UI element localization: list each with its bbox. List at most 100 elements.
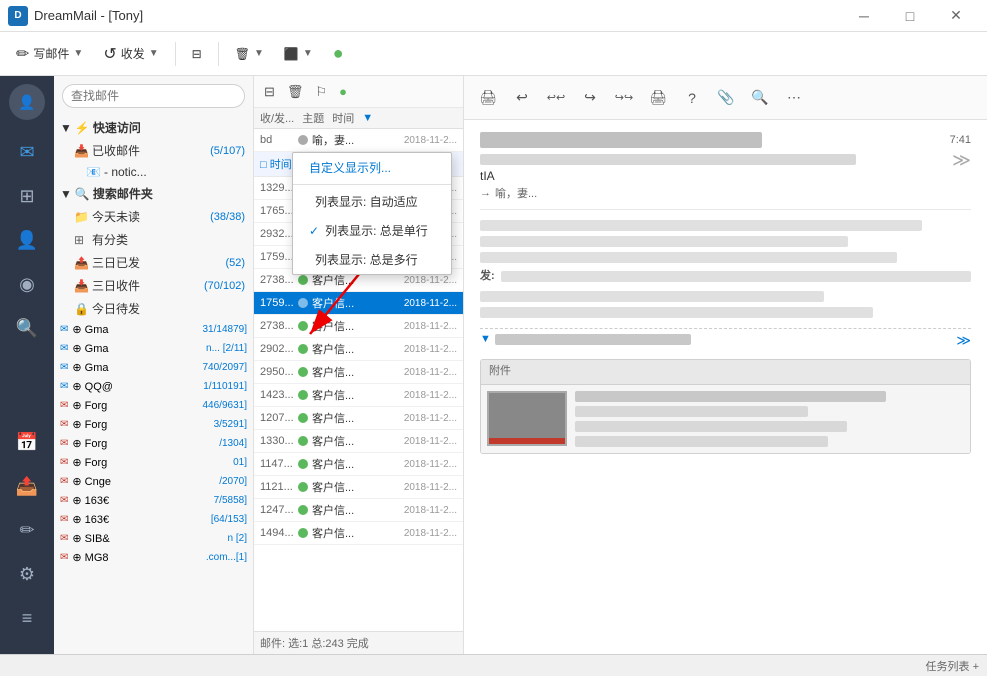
folder-sent-sub[interactable]: 📧 - notic... xyxy=(54,162,253,182)
list-status-button[interactable]: ● xyxy=(335,82,351,101)
menu-item-multi[interactable]: 列表显示: 总是多行 xyxy=(293,245,451,274)
preview-to-value: 喻，妻... xyxy=(495,185,537,201)
account-sib[interactable]: ✉ ⊕ SIB& n [2] xyxy=(54,529,253,548)
preview-meta-blurred1 xyxy=(480,154,856,165)
window-controls: ─ □ ✕ xyxy=(841,0,979,32)
list-item-selected[interactable]: 1759... 客户信... 2018-11-2... xyxy=(254,292,463,315)
sidebar-item-calendar[interactable]: 📅 xyxy=(7,422,47,462)
col-time[interactable]: 时间 xyxy=(332,110,354,126)
sidebar-item-grid[interactable]: ⊞ xyxy=(7,176,47,216)
body-label: 发: xyxy=(480,268,495,286)
delete-button[interactable]: 🗑 ▼ xyxy=(227,43,272,65)
preview-help-button[interactable]: ? xyxy=(676,82,708,114)
email-status-icon xyxy=(298,275,308,285)
sidebar-item-mail[interactable]: ✉ xyxy=(7,132,47,172)
account-forg4[interactable]: ✉ ⊕ Forg 01] xyxy=(54,453,253,472)
list-item[interactable]: 1423... 客户信... 2018-11-2... xyxy=(254,384,463,407)
pending-icon: 🔒 xyxy=(74,302,88,316)
sidebar-item-send[interactable]: 📤 xyxy=(7,466,47,506)
list-item[interactable]: 1147... 客户信... 2018-11-2... xyxy=(254,453,463,476)
preview-print-button[interactable]: 🖨 xyxy=(472,82,504,114)
list-item[interactable]: 1207... 客户信... 2018-11-2... xyxy=(254,407,463,430)
list-item[interactable]: 2902... 客户信... 2018-11-2... xyxy=(254,338,463,361)
search-folder-header[interactable]: ▼ 🔍 搜索邮件夹 xyxy=(54,182,253,205)
list-item[interactable]: 2738... 客户信... 2018-11-2... xyxy=(254,315,463,338)
preview-forward-button[interactable]: ↪ xyxy=(574,82,606,114)
list-delete-button[interactable]: 🗑 xyxy=(283,82,308,102)
menu-item-single[interactable]: 列表显示: 总是单行 xyxy=(293,216,451,245)
section-divider: ▼ ≫ xyxy=(480,328,971,351)
folder-today-pending[interactable]: 🔒 今日待发 xyxy=(54,297,253,320)
email-status-icon xyxy=(298,459,308,469)
account-gmail2[interactable]: ✉ ⊕ Gma n... [2/11] xyxy=(54,339,253,358)
email-status-icon xyxy=(298,413,308,423)
account-163-2[interactable]: ✉ ⊕ 163€ [64/153] xyxy=(54,510,253,529)
search-input[interactable] xyxy=(62,84,245,108)
subfolder-icon: 📧 xyxy=(86,165,100,179)
list-item[interactable]: 1330... 客户信... 2018-11-2... xyxy=(254,430,463,453)
list-item[interactable]: 1247... 客户信... 2018-11-2... xyxy=(254,499,463,522)
folder-three-day-received[interactable]: 📥 三日收件 (70/102) xyxy=(54,274,253,297)
list-flag-button[interactable]: ⚐ xyxy=(311,82,331,102)
list-item[interactable]: 1494... 客户信... 2018-11-2... xyxy=(254,522,463,545)
quick-access-header[interactable]: ▼ ⚡ 快速访问 xyxy=(54,116,253,139)
account-qq[interactable]: ✉ ⊕ QQ@ 1/110191] xyxy=(54,377,253,396)
folder-icon: 📁 xyxy=(74,210,88,224)
preview-zoom-in-button[interactable]: 🔍 xyxy=(744,82,776,114)
compose-button[interactable]: ✏ 写邮件 ▼ xyxy=(8,40,91,68)
list-filter-button[interactable]: ⊟ xyxy=(260,82,279,102)
account-gmail3[interactable]: ✉ ⊕ Gma 740/2097] xyxy=(54,358,253,377)
sidebar-item-edit[interactable]: ✏ xyxy=(7,510,47,550)
email-list-toolbar: ⊟ 🗑 ⚐ ● xyxy=(254,76,463,108)
preview-attach-button[interactable]: 📎 xyxy=(710,82,742,114)
avatar[interactable]: 👤 xyxy=(9,84,45,120)
receive-button[interactable]: ↺ 收发 ▼ xyxy=(95,40,166,68)
column-headers: 收/发... 主题 时间 ▼ xyxy=(254,108,463,129)
account-163-1[interactable]: ✉ ⊕ 163€ 7/5858] xyxy=(54,491,253,510)
status-button[interactable]: ● xyxy=(325,39,352,68)
sidebar-item-contacts[interactable]: 👤 xyxy=(7,220,47,260)
preview-reply-all-button[interactable]: ↩↩ xyxy=(540,82,572,114)
menu-item-auto[interactable]: 列表显示: 自动适应 xyxy=(293,187,451,216)
menu-item-customize[interactable]: 自定义显示列... xyxy=(293,153,451,182)
email-item-bd[interactable]: bd 喻，妻... 2018-11-2... xyxy=(254,129,463,152)
folder-categorized[interactable]: ⊞ 有分类 xyxy=(54,228,253,251)
account-mg8[interactable]: ✉ ⊕ MG8 .com...[1] xyxy=(54,548,253,567)
preview-print2-button[interactable]: 🖨 xyxy=(642,82,674,114)
preview-reply-button[interactable]: ↩ xyxy=(506,82,538,114)
folder-today-unread[interactable]: 📁 今天未读 (38/38) xyxy=(54,205,253,228)
taskbar-right-label[interactable]: 任务列表 + xyxy=(926,658,979,674)
close-button[interactable]: ✕ xyxy=(933,0,979,32)
sidebar-item-settings[interactable]: ⚙ xyxy=(7,554,47,594)
col-sort-arrow[interactable]: ▼ xyxy=(362,112,373,124)
sidebar-bottom: 📅 📤 ✏ ⚙ ≡ xyxy=(7,422,47,646)
preview-date: 7:41 xyxy=(950,134,971,146)
account-forg3[interactable]: ✉ ⊕ Forg /1304] xyxy=(54,434,253,453)
move-button[interactable]: ⬛ ▼ xyxy=(276,43,321,65)
attachment-info xyxy=(575,391,964,447)
toolbar-separator xyxy=(175,42,176,66)
folder-sent[interactable]: 📥 已收邮件 (5/107) xyxy=(54,139,253,162)
sidebar-item-globe[interactable]: ◉ xyxy=(7,264,47,304)
filter-button[interactable]: ⊟ xyxy=(184,43,210,65)
email-status-icon xyxy=(298,390,308,400)
account-cnge[interactable]: ✉ ⊕ Cnge /2070] xyxy=(54,472,253,491)
account-forg2[interactable]: ✉ ⊕ Forg 3/5291] xyxy=(54,415,253,434)
folder-three-day-sent[interactable]: 📤 三日已发 (52) xyxy=(54,251,253,274)
preview-more-button[interactable]: ⋯ xyxy=(778,82,810,114)
minimize-button[interactable]: ─ xyxy=(841,0,887,32)
list-footer: 邮件: 选:1 总:243 完成 xyxy=(254,631,463,654)
col-subject[interactable]: 主题 xyxy=(302,110,324,126)
list-item[interactable]: 2950... 客户信... 2018-11-2... xyxy=(254,361,463,384)
sidebar-item-search[interactable]: 🔍 xyxy=(7,308,47,348)
sidebar-item-menu[interactable]: ≡ xyxy=(7,598,47,638)
preview-forward-all-button[interactable]: ↪↪ xyxy=(608,82,640,114)
account-gmail1[interactable]: ✉ ⊕ Gma 31/14879] xyxy=(54,320,253,339)
maximize-button[interactable]: □ xyxy=(887,0,933,32)
account-forg1[interactable]: ✉ ⊕ Forg 446/9631] xyxy=(54,396,253,415)
list-item[interactable]: 1121... 客户信... 2018-11-2... xyxy=(254,476,463,499)
section-expand[interactable]: ≫ xyxy=(956,329,971,351)
preview-expand-button[interactable]: ≫ xyxy=(950,150,971,171)
col-from[interactable]: 收/发... xyxy=(260,110,294,126)
content-area: 👤 ✉ ⊞ 👤 ◉ 🔍 📅 📤 ✏ ⚙ ≡ ▼ ⚡ 快速访问 📥 已 xyxy=(0,76,987,654)
